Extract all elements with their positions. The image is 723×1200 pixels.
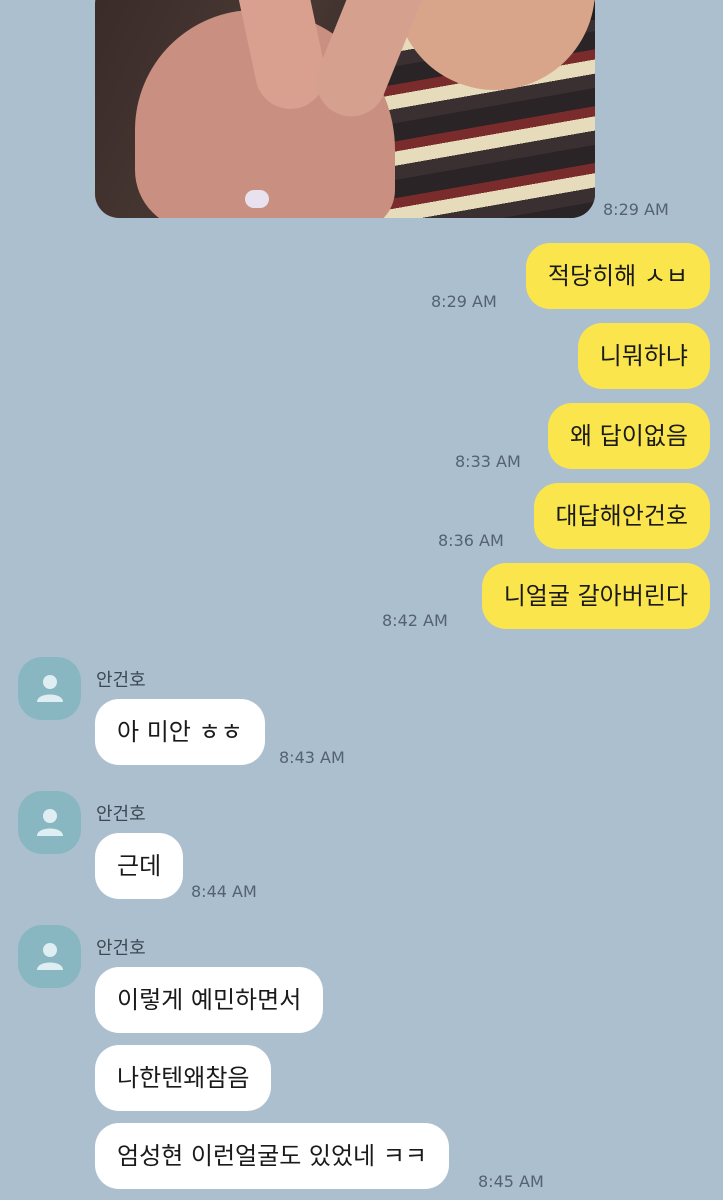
sender-name: 안건호: [96, 804, 146, 825]
other-message-bubble[interactable]: 나한텐왜참음: [95, 1045, 272, 1111]
default-profile-icon: [37, 809, 63, 836]
avatar[interactable]: [18, 791, 81, 854]
message-time: 8:45 AM: [478, 1172, 544, 1191]
other-message-bubble[interactable]: 근데: [95, 833, 184, 899]
sender-name: 안건호: [96, 670, 146, 691]
message-time: 8:29 AM: [603, 200, 669, 219]
message-time: 8:42 AM: [382, 611, 448, 630]
avatar[interactable]: [18, 657, 81, 720]
default-profile-icon: [37, 943, 63, 970]
photo-message[interactable]: [95, 0, 595, 218]
my-message-bubble[interactable]: 대답해안건호: [533, 483, 710, 549]
message-time: 8:36 AM: [438, 531, 504, 550]
sender-name: 안건호: [96, 938, 146, 959]
my-message-bubble[interactable]: 니뭐하냐: [577, 323, 710, 389]
message-time: 8:33 AM: [455, 452, 521, 471]
my-message-bubble[interactable]: 왜 답이없음: [547, 403, 710, 469]
message-time: 8:29 AM: [431, 292, 497, 311]
other-message-bubble[interactable]: 엄성현 이런얼굴도 있었네 ㅋㅋ: [95, 1123, 449, 1189]
my-message-bubble[interactable]: 적당히해 ㅅㅂ: [525, 243, 710, 309]
other-message-bubble[interactable]: 아 미안 ㅎㅎ: [95, 699, 265, 765]
other-message-bubble[interactable]: 이렇게 예민하면서: [95, 967, 324, 1033]
my-message-bubble[interactable]: 니얼굴 갈아버린다: [481, 563, 710, 629]
message-time: 8:43 AM: [279, 748, 345, 767]
message-time: 8:44 AM: [191, 882, 257, 901]
photo-nail: [245, 190, 269, 208]
avatar[interactable]: [18, 925, 81, 988]
default-profile-icon: [37, 675, 63, 702]
